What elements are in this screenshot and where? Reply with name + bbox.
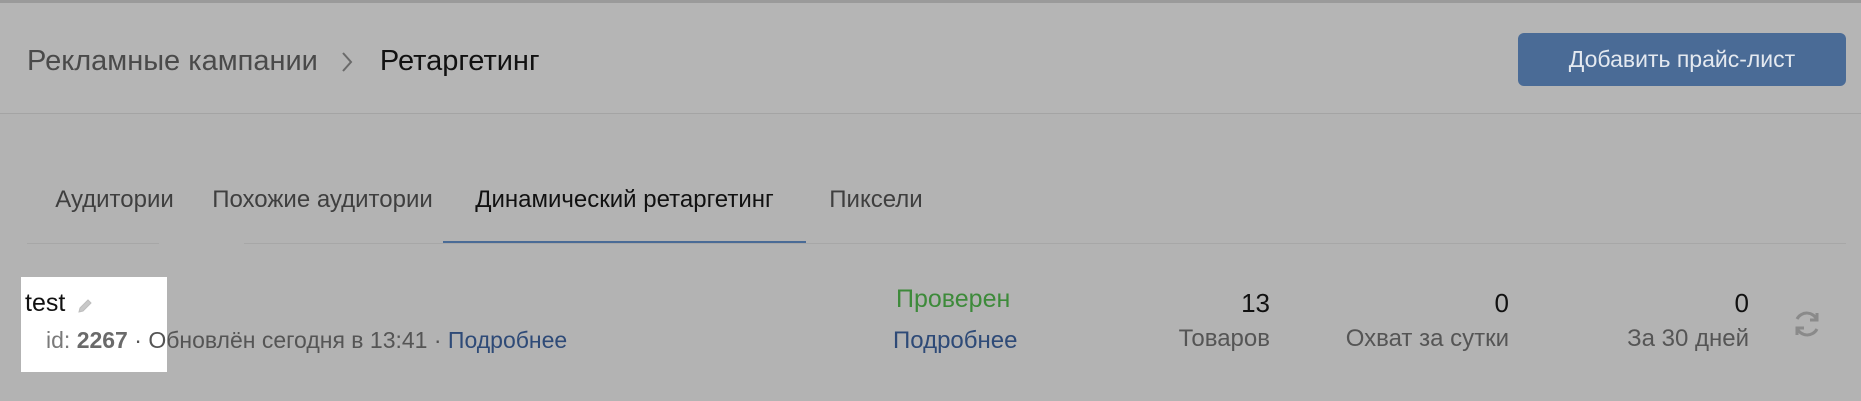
chevron-right-icon [340, 41, 360, 81]
tab-label: Аудитории [55, 186, 174, 213]
metric-value: 0 [1734, 288, 1749, 318]
pricelist-row: test id: 2267 · Обновлён сегодня в 13:41… [0, 277, 1861, 401]
meta-separator: · [134, 327, 142, 353]
tab-label: Динамический ретаргетинг [475, 186, 774, 213]
metric-label: Охват за сутки [1345, 325, 1509, 352]
metric-30-days: 0 За 30 дней [1627, 287, 1749, 355]
metric-label: Товаров [1178, 325, 1270, 352]
tabs-divider [244, 243, 1846, 244]
id-label: id: [46, 327, 71, 353]
metric-value: 0 [1494, 288, 1509, 318]
pricelist-name: test [25, 289, 95, 318]
pricelist-name-text[interactable]: test [25, 289, 65, 318]
breadcrumb-current: Ретаргетинг [379, 45, 540, 77]
updated-text: Обновлён сегодня в 13:41 [148, 327, 428, 353]
refresh-icon[interactable] [1790, 307, 1824, 341]
status-badge: Проверен [896, 285, 1011, 313]
metric-daily-reach: 0 Охват за сутки [1346, 287, 1509, 355]
tab-label: Пиксели [829, 186, 923, 213]
header-divider [0, 113, 1861, 114]
metric-label: За 30 дней [1627, 325, 1749, 352]
tabs-bar: Аудитории Похожие аудитории Динамический… [27, 178, 946, 244]
id-value: 2267 [76, 327, 128, 353]
tab-pixels[interactable]: Пиксели [806, 178, 946, 244]
tab-label: Похожие аудитории [212, 186, 433, 213]
tab-audiences[interactable]: Аудитории [27, 178, 202, 244]
pencil-icon[interactable] [75, 294, 95, 314]
breadcrumb: Рекламные кампании Ретаргетинг [27, 41, 540, 81]
meta-separator: · [433, 327, 442, 353]
status-details-link[interactable]: Подробнее [893, 327, 1017, 355]
tab-dynamic-retargeting[interactable]: Динамический ретаргетинг [443, 178, 806, 244]
page-header: Рекламные кампании Ретаргетинг Добавить … [0, 3, 1861, 113]
breadcrumb-parent-link[interactable]: Рекламные кампании [27, 41, 318, 81]
add-pricelist-button[interactable]: Добавить прайс-лист [1518, 33, 1846, 86]
tabs-divider [27, 243, 159, 244]
pricelist-meta: id: 2267 · Обновлён сегодня в 13:41 · По… [46, 327, 567, 354]
metric-products: 13 Товаров [1179, 287, 1270, 355]
tab-lookalike-audiences[interactable]: Похожие аудитории [202, 178, 443, 244]
metric-value: 13 [1241, 288, 1270, 318]
details-link[interactable]: Подробнее [448, 327, 567, 353]
